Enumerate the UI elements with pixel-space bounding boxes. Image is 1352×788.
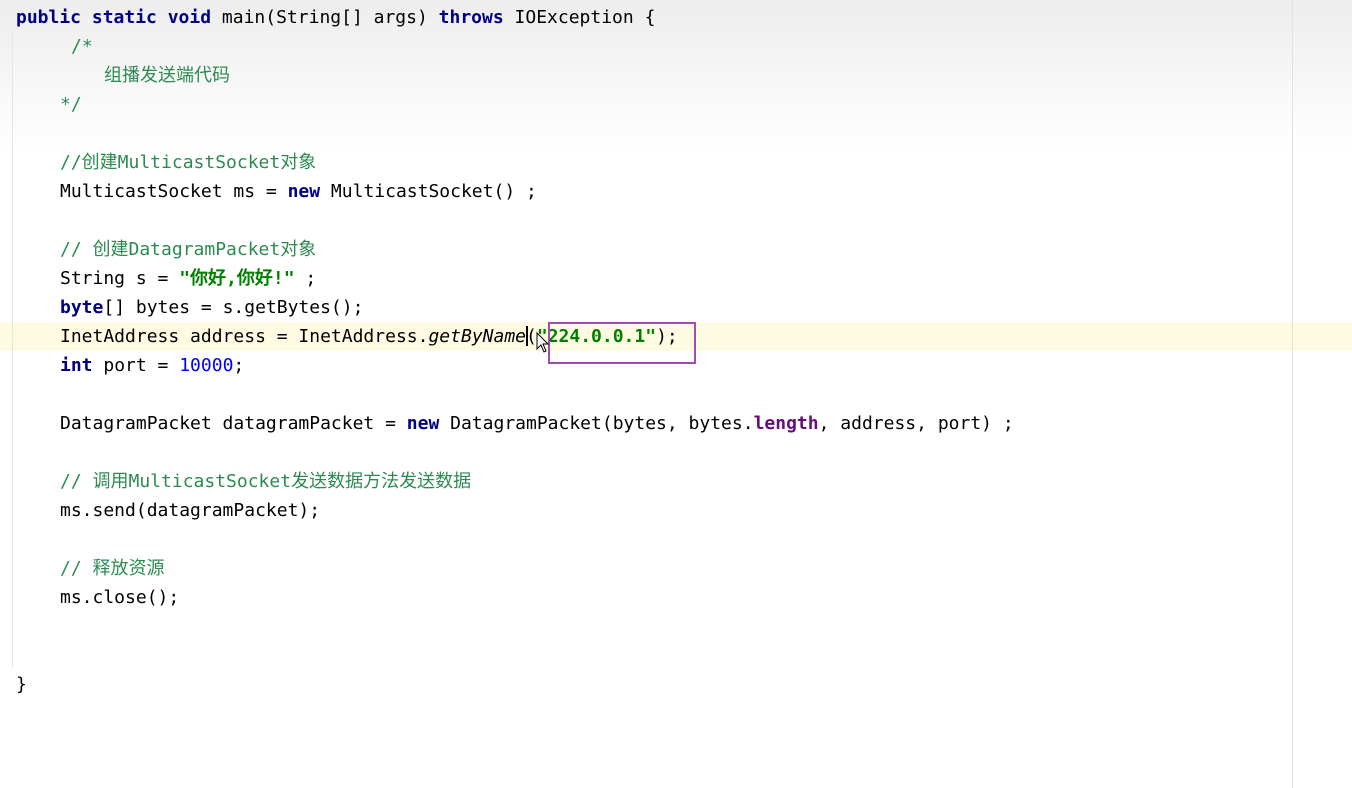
code-line-packet-decl[interactable]: DatagramPacket datagramPacket = new Data… <box>60 409 1014 438</box>
code-line-string-decl[interactable]: String s = "你好,你好!" ; <box>60 264 316 293</box>
keyword: int <box>60 355 93 376</box>
comment: /* <box>71 36 93 57</box>
code-line-comment-send[interactable]: // 调用MulticastSocket发送数据方法发送数据 <box>60 467 471 496</box>
code-text: } <box>16 674 27 695</box>
code-text: ; <box>294 268 317 289</box>
code-text: [] bytes = s.getBytes(); <box>103 297 364 318</box>
code-line-comment-create-packet[interactable]: // 创建DatagramPacket对象 <box>60 235 316 264</box>
comment: // 释放资源 <box>60 558 165 579</box>
code-text: ms.close(); <box>60 587 180 608</box>
keyword: byte <box>60 297 104 318</box>
code-text: ms.send(datagramPacket); <box>60 500 321 521</box>
highlight-annotation-box <box>548 322 696 364</box>
code-text: InetAddress address = InetAddress. <box>60 326 429 347</box>
code-line-send-call[interactable]: ms.send(datagramPacket); <box>60 496 320 525</box>
code-text: MulticastSocket ms = <box>60 181 288 202</box>
code-text: ; <box>233 355 245 376</box>
comment: // 调用MulticastSocket发送数据方法发送数据 <box>60 471 472 492</box>
right-margin-guide <box>1292 0 1293 788</box>
code-line-comment-create-socket[interactable]: //创建MulticastSocket对象 <box>60 148 316 177</box>
keyword: new <box>406 413 440 434</box>
code-text: MulticastSocket() ; <box>320 181 537 202</box>
comment: //创建MulticastSocket对象 <box>60 152 317 173</box>
number-literal: 10000 <box>179 355 234 376</box>
arrow-pointer-icon <box>536 332 550 353</box>
code-line-close-call[interactable]: ms.close(); <box>60 583 179 612</box>
code-text: main(String[] args) <box>211 7 439 28</box>
code-text: DatagramPacket datagramPacket = <box>60 413 407 434</box>
code-line-method-signature[interactable]: public static void main(String[] args) t… <box>16 3 655 32</box>
string-literal: "你好,你好!" <box>179 268 295 289</box>
code-text: String s = <box>60 268 180 289</box>
code-line-comment-body[interactable]: 组播发送端代码 <box>104 61 230 90</box>
keyword: new <box>287 181 321 202</box>
code-text: port = <box>92 355 180 376</box>
code-text: DatagramPacket(bytes, bytes. <box>439 413 754 434</box>
comment: // 创建DatagramPacket对象 <box>60 239 317 260</box>
field-reference: length <box>753 413 819 434</box>
code-text: , address, port) ; <box>818 413 1014 434</box>
method-scope-guide <box>12 32 13 668</box>
comment: 组播发送端代码 <box>104 65 230 86</box>
code-line-bytes-decl[interactable]: byte[] bytes = s.getBytes(); <box>60 293 363 322</box>
code-line-comment-open[interactable]: /* <box>71 32 93 61</box>
keyword: throws <box>438 7 504 28</box>
static-method-call: getByName <box>428 326 527 347</box>
code-line-new-socket[interactable]: MulticastSocket ms = new MulticastSocket… <box>60 177 537 206</box>
keyword: public static void <box>16 7 212 28</box>
comment: */ <box>60 94 82 115</box>
code-line-port-decl[interactable]: int port = 10000; <box>60 351 244 380</box>
code-line-closing-brace[interactable]: } <box>16 670 27 699</box>
code-line-comment-close[interactable]: */ <box>60 90 82 119</box>
code-line-comment-release[interactable]: // 释放资源 <box>60 554 165 583</box>
code-editor[interactable]: public static void main(String[] args) t… <box>0 0 1352 788</box>
code-text: IOException { <box>503 7 656 28</box>
